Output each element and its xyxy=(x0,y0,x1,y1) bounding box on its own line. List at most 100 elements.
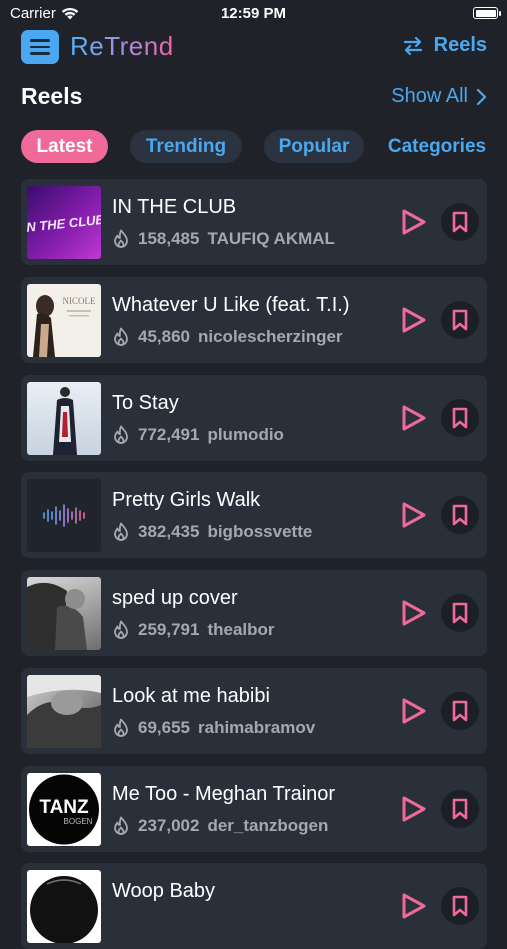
reel-thumbnail xyxy=(27,577,101,650)
reel-thumbnail xyxy=(27,675,101,748)
reel-thumbnail: NICOLE xyxy=(27,284,101,357)
flame-icon xyxy=(114,718,128,737)
view-count: 237,002 xyxy=(138,816,200,835)
reel-meta: 237,002 der_tanzbogen xyxy=(112,816,328,836)
tab-trending[interactable]: Trending xyxy=(130,130,242,163)
reel-row[interactable]: Look at me habibi 69,655 rahimabramov xyxy=(21,668,487,754)
app-header: ReTrend Reels xyxy=(0,30,507,66)
reel-thumbnail: IN THE CLUB xyxy=(27,186,101,259)
play-icon xyxy=(402,698,426,724)
bookmark-icon xyxy=(452,602,468,624)
author-name: nicolescherzinger xyxy=(198,327,343,346)
flame-icon xyxy=(114,425,128,444)
reel-meta: 158,485 TAUFIQ AKMAL xyxy=(112,229,335,249)
bookmark-button[interactable] xyxy=(441,399,479,437)
menu-line xyxy=(30,52,50,55)
reels-switch-label: Reels xyxy=(433,34,487,56)
play-button[interactable] xyxy=(397,302,431,338)
reel-thumbnail: TANZ BOGEN xyxy=(27,773,101,846)
play-icon xyxy=(402,796,426,822)
bookmark-icon xyxy=(452,798,468,820)
reel-row[interactable]: TANZ BOGEN Me Too - Meghan Trainor 237,0… xyxy=(21,766,487,852)
reel-title: Me Too - Meghan Trainor xyxy=(112,783,336,805)
reel-row[interactable]: IN THE CLUB IN THE CLUB 158,485 TAUFIQ A… xyxy=(21,179,487,265)
author-name: TAUFIQ AKMAL xyxy=(207,229,335,248)
tab-latest[interactable]: Latest xyxy=(21,130,108,163)
bookmark-icon xyxy=(452,407,468,429)
reel-title: IN THE CLUB xyxy=(112,196,237,218)
view-count: 158,485 xyxy=(138,229,200,248)
reel-title: To Stay xyxy=(112,392,179,414)
menu-button[interactable] xyxy=(21,30,59,64)
bookmark-icon xyxy=(452,700,468,722)
play-button[interactable] xyxy=(397,791,431,827)
flame-icon xyxy=(114,327,128,346)
author-name: thealbor xyxy=(207,620,275,639)
battery-icon xyxy=(473,7,501,19)
tab-popular[interactable]: Popular xyxy=(264,130,364,163)
reel-meta: 259,791 thealbor xyxy=(112,620,275,640)
play-icon xyxy=(402,307,426,333)
reel-title: sped up cover xyxy=(112,587,238,609)
bookmark-icon xyxy=(452,895,468,917)
brand-logo: ReTrend xyxy=(70,31,174,61)
bookmark-button[interactable] xyxy=(441,496,479,534)
bookmark-button[interactable] xyxy=(441,692,479,730)
flame-icon xyxy=(114,229,128,248)
author-name: plumodio xyxy=(207,425,284,444)
bookmark-icon xyxy=(452,309,468,331)
bookmark-icon xyxy=(452,504,468,526)
swap-arrows-icon xyxy=(403,36,422,55)
view-count: 259,791 xyxy=(138,620,200,639)
view-count: 69,655 xyxy=(138,718,190,737)
play-icon xyxy=(402,502,426,528)
menu-line xyxy=(30,45,50,49)
reel-thumbnail xyxy=(27,382,101,455)
flame-icon xyxy=(114,816,128,835)
bookmark-button[interactable] xyxy=(441,790,479,828)
thumbnail-text: TANZ xyxy=(39,797,89,818)
view-count: 382,435 xyxy=(138,522,200,541)
tab-categories[interactable]: Categories xyxy=(382,130,492,163)
bookmark-button[interactable] xyxy=(441,887,479,925)
play-button[interactable] xyxy=(397,595,431,631)
reels-switch-button[interactable]: Reels xyxy=(402,34,487,57)
reel-thumbnail xyxy=(27,870,101,943)
bookmark-button[interactable] xyxy=(441,594,479,632)
section-title: Reels xyxy=(21,83,83,109)
clock: 12:59 PM xyxy=(220,5,287,22)
play-button[interactable] xyxy=(397,204,431,240)
flame-icon xyxy=(114,522,128,541)
thumbnail-text: IN THE CLUB xyxy=(27,212,101,236)
show-all-label: Show All xyxy=(391,85,468,107)
author-name: bigbossvette xyxy=(207,522,313,541)
thumbnail-subtext: BOGEN xyxy=(64,817,93,826)
reel-row[interactable]: NICOLE Whatever U Like (feat. T.I.) 45,8… xyxy=(21,277,487,363)
reel-row[interactable]: Woop Baby xyxy=(21,863,487,949)
play-button[interactable] xyxy=(397,497,431,533)
reel-row[interactable]: Pretty Girls Walk 382,435 bigbossvette xyxy=(21,472,487,558)
flame-icon xyxy=(114,620,128,639)
category-tabs: Latest Trending Popular Categories xyxy=(0,130,507,164)
reel-row[interactable]: sped up cover 259,791 thealbor xyxy=(21,570,487,656)
play-button[interactable] xyxy=(397,693,431,729)
bookmark-button[interactable] xyxy=(441,301,479,339)
reel-meta: 45,860 nicolescherzinger xyxy=(112,327,343,347)
status-bar: Carrier 12:59 PM xyxy=(0,0,507,28)
reel-title: Whatever U Like (feat. T.I.) xyxy=(112,294,350,316)
thumbnail-text: NICOLE xyxy=(63,296,96,306)
play-icon xyxy=(402,405,426,431)
reel-meta: 69,655 rahimabramov xyxy=(112,718,315,738)
chevron-right-icon xyxy=(476,88,487,105)
reel-thumbnail xyxy=(27,479,101,552)
play-icon xyxy=(402,209,426,235)
show-all-link[interactable]: Show All xyxy=(391,85,487,108)
reel-title: Look at me habibi xyxy=(112,685,270,707)
reel-title: Pretty Girls Walk xyxy=(112,489,261,511)
play-button[interactable] xyxy=(397,888,431,924)
reel-row[interactable]: To Stay 772,491 plumodio xyxy=(21,375,487,461)
play-button[interactable] xyxy=(397,400,431,436)
play-icon xyxy=(402,893,426,919)
bookmark-button[interactable] xyxy=(441,203,479,241)
view-count: 772,491 xyxy=(138,425,200,444)
